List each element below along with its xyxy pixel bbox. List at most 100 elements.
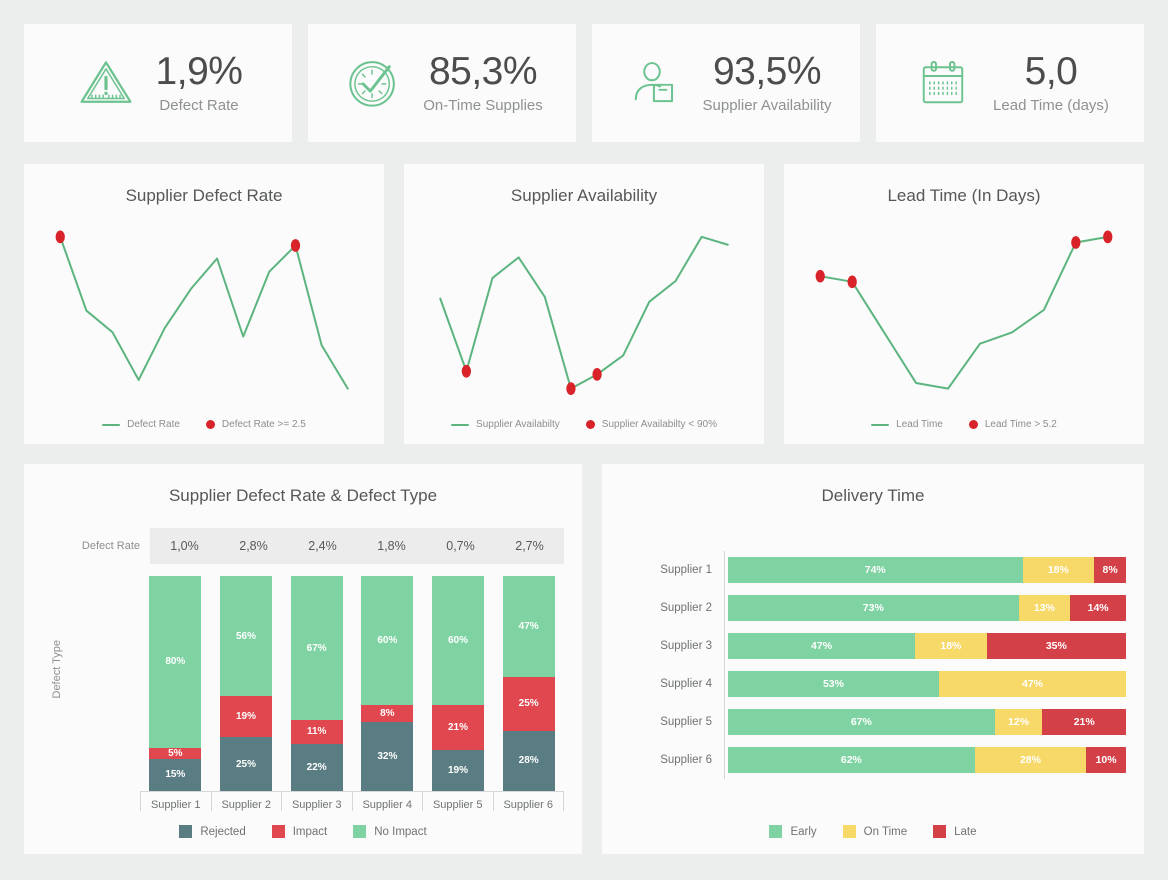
stacked-bar[interactable]: 80% 5% 15%: [149, 576, 202, 791]
legend-line-swatch: [871, 423, 890, 426]
legend-dot-swatch: [968, 420, 978, 429]
supplier-person-box-icon: [621, 51, 685, 115]
kpi-value: 5,0: [1024, 50, 1078, 94]
column-cell: 60% 8% 32%: [352, 576, 423, 791]
y-axis-line: [724, 740, 725, 779]
legend-label: On Time: [863, 825, 908, 838]
defect-rate-value: 2,7%: [515, 539, 544, 553]
bar-segment-impact: 25%: [502, 677, 555, 731]
calendar-icon: [911, 51, 975, 115]
bar-segment-no-impact: 60%: [361, 576, 414, 705]
kpi-text: 85,3% On-Time Supplies: [423, 50, 543, 114]
x-axis-tick: Supplier 3: [281, 792, 352, 811]
legend-item-on-time[interactable]: On Time: [842, 825, 908, 838]
stacked-column-body: Defect Type Defect Rate 1,0% 2,8% 2,4% 1,8%…: [42, 528, 564, 811]
chart-title: Delivery Time: [821, 486, 925, 505]
legend-label: Impact: [292, 825, 328, 838]
row-label: Supplier 6: [660, 753, 712, 766]
row-label: Supplier 2: [660, 601, 712, 614]
legend-swatch: [842, 825, 856, 838]
legend-label: No Impact: [374, 825, 427, 838]
x-axis-tick: Supplier 5: [422, 792, 493, 811]
legend-swatch: [933, 825, 947, 838]
kpi-label: Defect Rate: [159, 96, 239, 114]
bar-segment-early: 62%: [728, 746, 975, 773]
legend-item-line: Lead Time: [871, 419, 943, 430]
legend-swatch: [179, 825, 193, 838]
chart-legend: Rejected Impact No Impact: [42, 825, 564, 838]
stacked-bar[interactable]: 74% 18% 8%: [728, 556, 1126, 583]
legend-item-line: Supplier Availabilty: [451, 419, 560, 430]
kpi-text: 1,9% Defect Rate: [155, 50, 243, 114]
stacked-bar[interactable]: 60% 8% 32%: [361, 576, 414, 791]
chart-legend: Defect Rate Defect Rate >= 2.5: [42, 419, 366, 430]
stacked-bar[interactable]: 53% 47%: [728, 670, 1126, 697]
chart-card-supplier-defect-rate: Supplier Defect Rate Defect Rate Defect …: [24, 164, 384, 444]
bar-segment-no-impact: 67%: [290, 576, 343, 721]
legend-item-threshold: Supplier Availabilty < 90%: [585, 419, 717, 430]
legend-item-rejected[interactable]: Rejected: [179, 825, 246, 838]
defect-rate-value: 2,8%: [239, 539, 268, 553]
defect-rate-row: Defect Rate 1,0% 2,8% 2,4% 1,8% 0,7% 2,7%: [72, 528, 564, 564]
legend-label: Late: [954, 825, 977, 838]
x-axis-tick: Supplier 6: [492, 792, 564, 811]
legend-item-early[interactable]: Early: [769, 825, 817, 838]
bar-segment-rejected: 19%: [432, 750, 485, 791]
bar-segment-early: 74%: [728, 556, 1023, 583]
chart-title: Supplier Defect Rate & Defect Type: [168, 486, 438, 505]
stacked-bar[interactable]: 56% 19% 25%: [220, 576, 272, 791]
bar-segment-rejected: 22%: [290, 743, 343, 791]
defect-rate-value: 1,8%: [377, 539, 406, 553]
kpi-card-defect-rate: 1,9% Defect Rate: [24, 24, 292, 142]
defect-rate-value: 0,7%: [446, 539, 475, 553]
bottom-row: Supplier Defect Rate & Defect Type Defec…: [24, 464, 1144, 854]
stacked-column-main: Defect Rate 1,0% 2,8% 2,4% 1,8% 0,7% 2,7% 80%…: [72, 528, 564, 811]
legend-swatch: [769, 825, 783, 838]
bar-segment-late: 35%: [986, 632, 1126, 659]
bar-segment-impact: 8%: [361, 705, 414, 723]
legend-item-no-impact[interactable]: No Impact: [353, 825, 427, 838]
stacked-bar[interactable]: 62% 28% 10%: [728, 746, 1126, 773]
stacked-bar[interactable]: 47% 18% 35%: [728, 632, 1126, 659]
legend-line-swatch: [451, 423, 470, 426]
warning-triangle-icon: [74, 51, 138, 115]
stacked-bar[interactable]: 73% 13% 14%: [728, 594, 1126, 621]
delivery-row: Supplier 3 47% 18% 35%: [626, 626, 1126, 665]
legend-label: Supplier Availabilty: [476, 419, 560, 430]
columns: 80% 5% 15% 56% 19% 25% 67% 11% 22% 60% 8% 32% 60% 21%…: [140, 576, 564, 791]
legend-label: Supplier Availabilty < 90%: [601, 419, 717, 430]
stacked-bar[interactable]: 67% 12% 21%: [728, 708, 1126, 735]
legend-swatch: [271, 825, 285, 838]
stacked-bar[interactable]: 60% 21% 19%: [432, 576, 485, 791]
columns-wrap: 80% 5% 15% 56% 19% 25% 67% 11% 22% 60% 8% 32% 60% 21%…: [72, 576, 564, 791]
bar-segment-rejected: 32%: [361, 722, 414, 791]
supplier-performance-dashboard: 1,9% Defect Rate 85,3% On-Time Supplies …: [0, 0, 1168, 880]
chart-card-lead-time: Lead Time (In Days) Lead Time Lead Time …: [784, 164, 1144, 444]
defect-rate-value: 1,0%: [170, 539, 199, 553]
kpi-value: 85,3%: [428, 50, 538, 94]
stacked-bar[interactable]: 67% 11% 22%: [290, 576, 343, 791]
bar-segment-late: 8%: [1094, 556, 1126, 583]
bar-segment-on-time: 47%: [938, 670, 1126, 697]
bar-segment-early: 47%: [728, 632, 916, 659]
x-axis-spacer: [72, 791, 140, 811]
legend-item-late[interactable]: Late: [933, 825, 977, 838]
legend-item-threshold: Defect Rate >= 2.5: [205, 419, 306, 430]
x-axis: Supplier 1 Supplier 2 Supplier 3 Supplier 4…: [72, 791, 564, 811]
delivery-row: Supplier 2 73% 13% 14%: [626, 588, 1126, 627]
kpi-value: 1,9%: [155, 50, 243, 94]
legend-item-impact[interactable]: Impact: [271, 825, 328, 838]
chart-card-supplier-availability: Supplier Availability Supplier Availabil…: [404, 164, 764, 444]
chart-title: Lead Time (In Days): [887, 186, 1041, 205]
legend-swatch: [353, 825, 367, 838]
chart-title: Supplier Availability: [510, 186, 658, 205]
y-axis-line: [724, 664, 725, 703]
bar-segment-early: 53%: [728, 670, 939, 697]
stacked-bar[interactable]: 47% 25% 28%: [502, 576, 555, 791]
row-label: Supplier 4: [660, 677, 712, 690]
bar-segment-on-time: 28%: [974, 746, 1087, 773]
defect-rate-row-label: Defect Rate: [81, 540, 140, 552]
y-axis-label-text: Defect Type: [51, 640, 63, 699]
row-label: Supplier 3: [660, 639, 712, 652]
delivery-row: Supplier 6 62% 28% 10%: [626, 740, 1126, 779]
